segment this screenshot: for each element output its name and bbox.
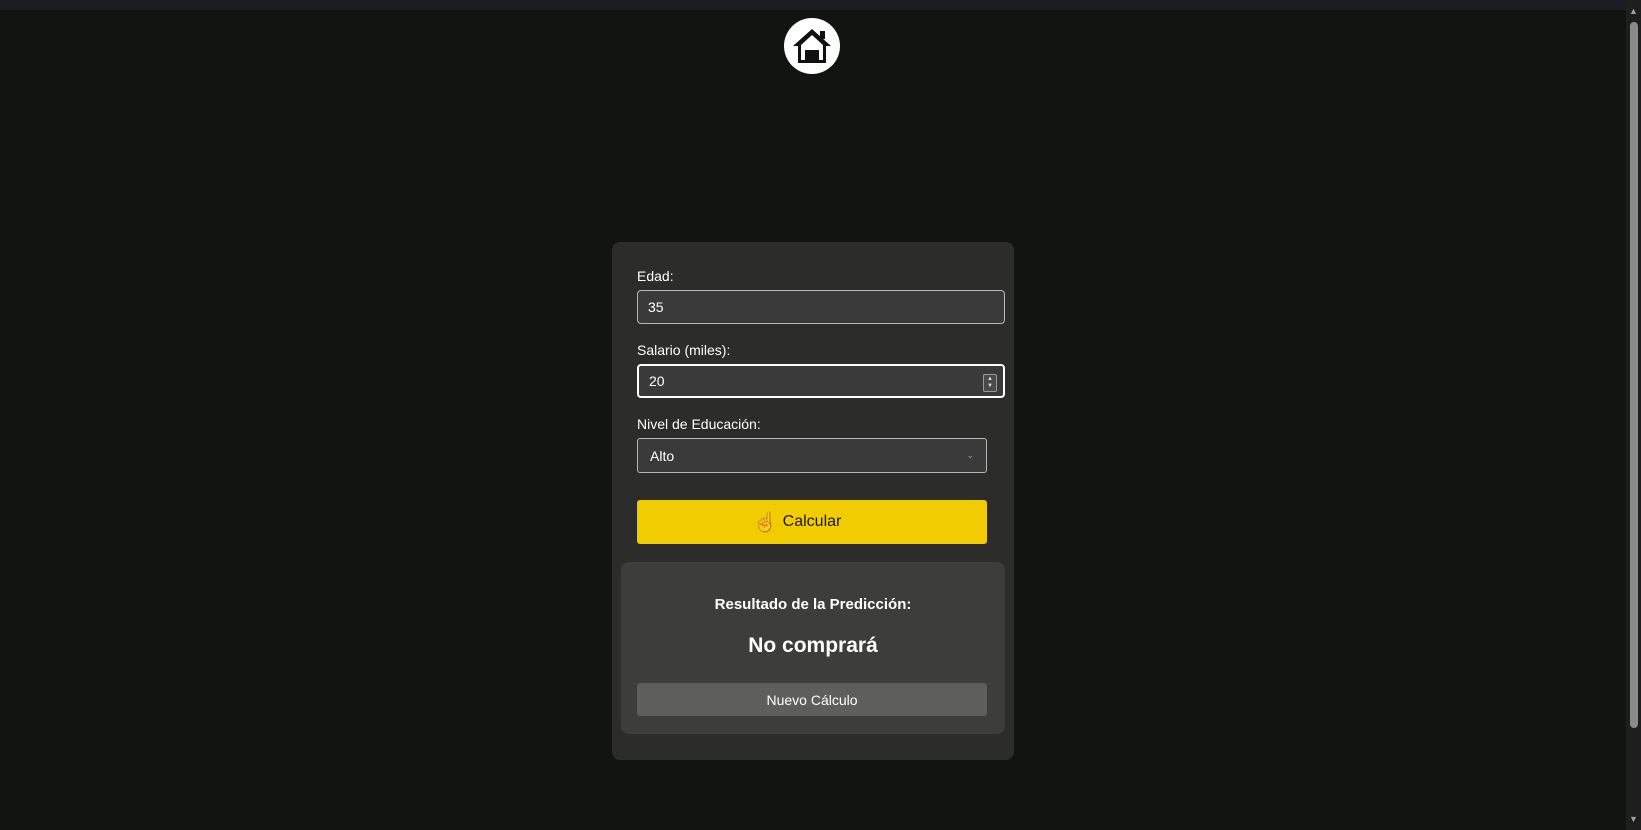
edad-input[interactable]: 35 bbox=[637, 290, 1005, 324]
hand-cursor-icon: ☝ bbox=[754, 512, 777, 532]
calcular-button[interactable]: Calcular ☝ bbox=[637, 500, 987, 544]
scrollbar-thumb[interactable] bbox=[1630, 22, 1638, 728]
calcular-label: Calcular bbox=[782, 513, 842, 530]
result-heading: Resultado de la Predicción: bbox=[714, 596, 912, 613]
edad-label: Edad: bbox=[637, 268, 674, 284]
result-value: No comprará bbox=[748, 634, 878, 657]
scroll-down-icon[interactable]: ▼ bbox=[1626, 812, 1641, 826]
house-glyph bbox=[793, 29, 831, 63]
educacion-select[interactable]: Alto ⌄ bbox=[637, 438, 987, 473]
educacion-selected-value: Alto bbox=[650, 447, 675, 464]
scroll-up-icon[interactable]: ▲ bbox=[1626, 4, 1641, 18]
salario-input[interactable]: 20 ▲ ▼ bbox=[637, 364, 1005, 398]
nuevo-calculo-label: Nuevo Cálculo bbox=[766, 691, 858, 708]
scrollbar[interactable]: ▲ ▼ bbox=[1626, 0, 1641, 830]
stepper-down-icon[interactable]: ▼ bbox=[987, 383, 993, 390]
home-icon[interactable] bbox=[784, 18, 840, 74]
salario-value: 20 bbox=[649, 373, 665, 389]
salario-stepper[interactable]: ▲ ▼ bbox=[983, 374, 997, 392]
prediction-form-card: Edad: 35 Salario (miles): 20 ▲ ▼ Nivel d… bbox=[612, 242, 1014, 760]
edad-value: 35 bbox=[648, 299, 664, 315]
nuevo-calculo-button[interactable]: Nuevo Cálculo bbox=[637, 683, 987, 716]
educacion-label: Nivel de Educación: bbox=[637, 416, 761, 432]
salario-label: Salario (miles): bbox=[637, 342, 731, 358]
chevron-down-icon: ⌄ bbox=[966, 450, 974, 460]
stepper-up-icon[interactable]: ▲ bbox=[987, 376, 993, 383]
browser-top-strip bbox=[0, 0, 1626, 10]
result-panel: Resultado de la Predicción: No comprará … bbox=[621, 562, 1005, 734]
